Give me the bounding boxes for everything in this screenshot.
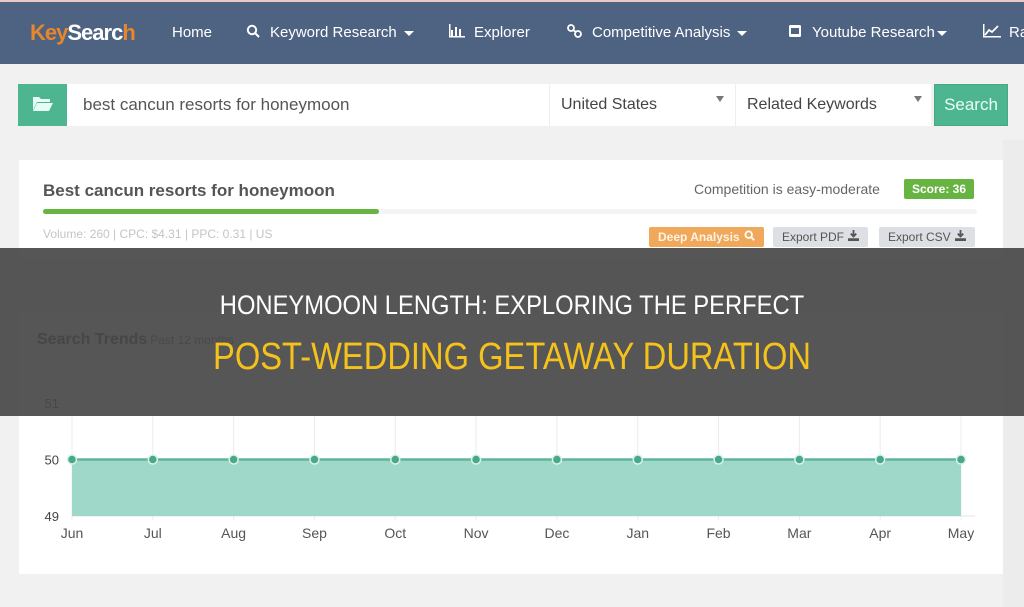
data-point	[551, 454, 563, 465]
x-tick-label: Dec	[544, 525, 569, 541]
nav-item-youtube-research[interactable]: Youtube Research	[786, 24, 947, 41]
dropdown-arrow-icon	[914, 96, 922, 102]
x-tick-label: Jun	[61, 525, 84, 541]
x-tick-label: Jan	[626, 525, 649, 541]
overlay-title-line1: HONEYMOON LENGTH: EXPLORING THE PERFECT	[219, 290, 805, 320]
mode-select-value: Related Keywords	[747, 96, 877, 113]
chevron-down-icon	[403, 31, 414, 36]
keyword-summary-card: Best cancun resorts for honeymoon Volume…	[19, 160, 1003, 260]
country-select-value: United States	[561, 96, 658, 113]
nav-item-label: Youtube Research	[812, 24, 935, 41]
top-navbar: KeySearch Home Keyword Research Explorer…	[0, 0, 1024, 64]
country-select[interactable]: United States	[549, 84, 735, 126]
nav-item-label: Home	[172, 24, 213, 41]
export-pdf-button[interactable]: Export PDF	[773, 227, 869, 247]
export-csv-button[interactable]: Export CSV	[879, 227, 975, 247]
keyword-search-bar: United States Related Keywords	[18, 84, 931, 126]
x-tick-label: Feb	[706, 525, 730, 541]
score-badge: Score: 36	[904, 179, 975, 199]
data-point	[228, 454, 239, 465]
x-tick-label: Jul	[144, 525, 162, 541]
data-point	[66, 454, 78, 465]
download-icon	[954, 230, 966, 244]
chevron-down-icon	[936, 31, 947, 36]
keysearch-logo[interactable]: KeySearch	[30, 20, 136, 46]
x-tick-label: May	[948, 525, 974, 541]
nav-item-label: Competitive Analysis	[592, 24, 731, 41]
export-csv-label: Export CSV	[888, 230, 951, 244]
data-point	[955, 454, 967, 465]
x-tick-label: Mar	[787, 525, 811, 541]
link-icon	[566, 24, 584, 41]
export-pdf-label: Export PDF	[782, 230, 845, 244]
nav-item-home[interactable]: Home	[172, 24, 212, 41]
nav-item-explorer[interactable]: Explorer	[448, 24, 530, 41]
x-tick-label: Sep	[302, 525, 327, 541]
nav-item-label: Ra	[1009, 24, 1024, 41]
data-point	[390, 454, 401, 465]
dropdown-arrow-icon	[716, 96, 724, 102]
data-point	[147, 454, 159, 465]
search-icon	[244, 24, 262, 41]
nav-item-keyword-research[interactable]: Keyword Research	[244, 24, 414, 41]
nav-item-label: Explorer	[474, 24, 530, 41]
x-tick-label: Nov	[464, 525, 489, 541]
data-point	[309, 454, 320, 465]
keyword-title: Best cancun resorts for honeymoon	[43, 181, 335, 200]
video-icon	[786, 24, 804, 41]
deep-analysis-button[interactable]: Deep Analysis	[649, 227, 764, 247]
mode-select[interactable]: Related Keywords	[735, 84, 931, 126]
chevron-down-icon	[737, 31, 748, 36]
competition-label: Competition is easy-moderate	[694, 181, 880, 197]
folder-open-icon	[32, 94, 54, 117]
nav-item-rank[interactable]: Ra	[983, 24, 1024, 41]
data-point	[874, 454, 886, 465]
y-tick-label: 49	[45, 509, 59, 524]
keyword-metrics: Volume: 260 | CPC: $4.31 | PPC: 0.31 | U…	[43, 227, 273, 241]
nav-item-competitive-analysis[interactable]: Competitive Analysis	[566, 24, 748, 41]
search-icon	[744, 230, 755, 244]
y-tick-label: 50	[45, 453, 59, 468]
x-tick-label: Oct	[384, 525, 406, 541]
nav-item-label: Keyword Research	[270, 24, 397, 41]
deep-analysis-label: Deep Analysis	[658, 230, 740, 244]
x-tick-label: Apr	[869, 525, 891, 541]
difficulty-progress-fill	[43, 209, 380, 214]
overlay-title-line2: POST-WEDDING GETAWAY DURATION	[213, 336, 811, 378]
search-button[interactable]: Search	[934, 84, 1008, 126]
bar-chart-icon	[448, 24, 466, 41]
trend-area	[72, 459, 961, 516]
difficulty-progress-bar	[43, 209, 977, 214]
title-overlay-banner: HONEYMOON LENGTH: EXPLORING THE PERFECT …	[0, 248, 1024, 416]
data-point	[470, 454, 482, 465]
data-point	[632, 454, 643, 465]
folder-button[interactable]	[18, 84, 67, 126]
data-point	[713, 454, 724, 465]
x-tick-label: Aug	[221, 525, 246, 541]
line-chart-icon	[983, 24, 1001, 41]
data-point	[794, 454, 805, 465]
keyword-input[interactable]	[67, 84, 549, 126]
download-icon	[848, 230, 860, 244]
